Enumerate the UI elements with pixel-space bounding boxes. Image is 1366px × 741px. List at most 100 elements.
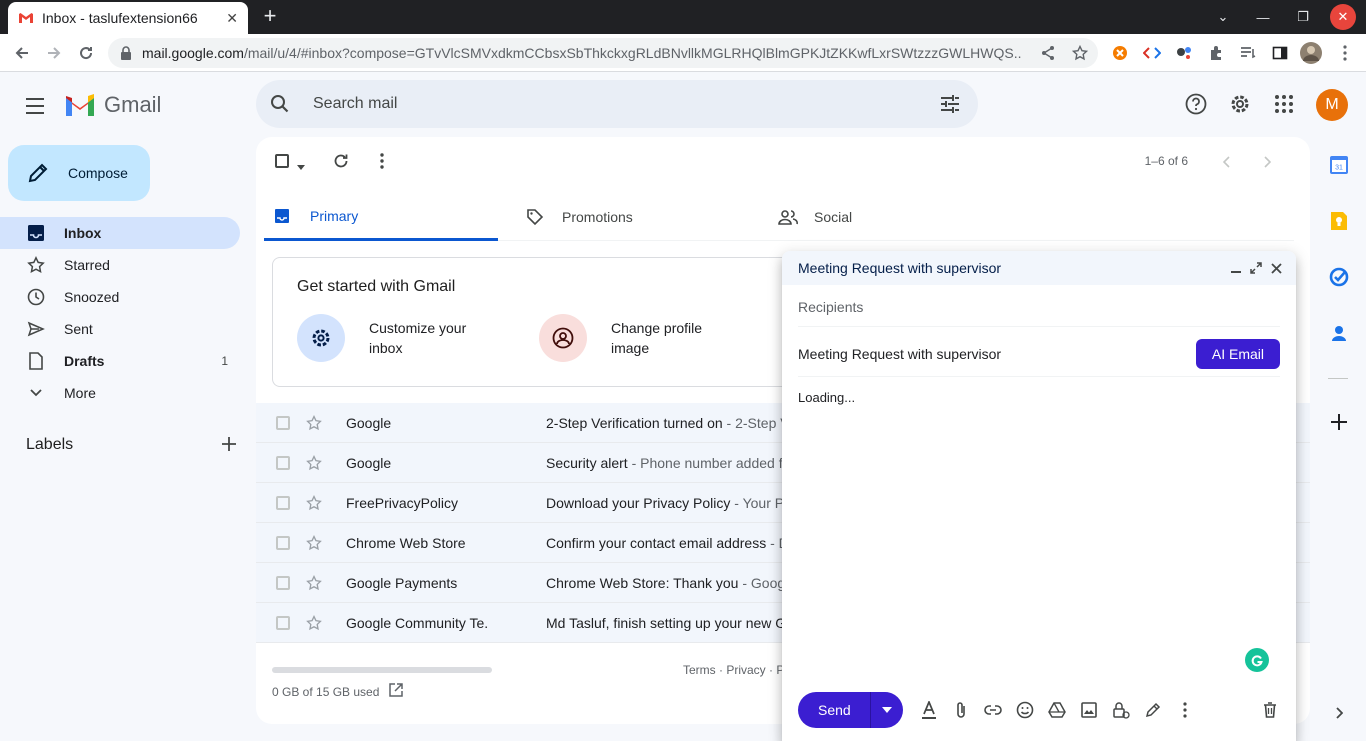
search-options-icon[interactable] <box>922 94 978 114</box>
star-icon[interactable] <box>306 494 326 511</box>
search-bar[interactable]: Search mail <box>256 80 978 128</box>
select-dropdown-icon[interactable] <box>297 157 305 173</box>
confidential-mode-lock-icon[interactable] <box>1111 700 1131 720</box>
send-options-dropdown-icon[interactable] <box>871 707 903 713</box>
share-icon[interactable] <box>1037 42 1059 64</box>
url-host: mail.google.com <box>142 45 244 61</box>
extension-orange-icon[interactable] <box>1109 42 1131 64</box>
star-icon[interactable] <box>306 574 326 591</box>
main-menu-icon[interactable] <box>22 96 50 116</box>
row-checkbox[interactable] <box>276 495 290 510</box>
window-close-button[interactable]: ✕ <box>1330 4 1356 30</box>
minimize-icon[interactable] <box>1226 258 1246 278</box>
discard-trash-icon[interactable] <box>1260 700 1280 720</box>
row-checkbox[interactable] <box>276 415 290 430</box>
settings-gear-icon[interactable] <box>1228 92 1252 116</box>
tab-label: Primary <box>310 207 359 224</box>
get-addons-plus-icon[interactable] <box>1328 411 1350 433</box>
insert-link-icon[interactable] <box>983 700 1003 720</box>
open-in-new-icon[interactable] <box>389 683 404 700</box>
customize-inbox-item[interactable]: Customize your inbox <box>297 314 499 362</box>
terms-privacy-links[interactable]: Terms · Privacy · P <box>683 663 784 677</box>
subject-field[interactable]: Meeting Request with supervisor AI Email <box>798 331 1280 377</box>
forward-button[interactable] <box>40 39 68 67</box>
row-checkbox[interactable] <box>276 575 290 590</box>
reload-button[interactable] <box>72 39 100 67</box>
gmail-logo[interactable]: Gmail <box>64 92 161 118</box>
tasks-icon[interactable] <box>1328 266 1350 288</box>
sidebar-item-snoozed[interactable]: Snoozed <box>0 281 240 313</box>
extension-code-icon[interactable] <box>1141 42 1163 64</box>
apps-grid-icon[interactable] <box>1272 92 1296 116</box>
tab-primary[interactable]: Primary <box>264 193 498 241</box>
row-checkbox[interactable] <box>276 535 290 550</box>
insert-photo-icon[interactable] <box>1079 700 1099 720</box>
address-bar[interactable]: mail.google.com/mail/u/4/#inbox?compose=… <box>108 38 1098 68</box>
email-subject: Download your Privacy Policy <box>546 494 731 511</box>
row-checkbox[interactable] <box>276 615 290 630</box>
horizontal-scrollbar[interactable] <box>272 667 492 673</box>
sidebar-item-more[interactable]: More <box>0 377 240 409</box>
search-icon[interactable] <box>256 94 304 114</box>
account-avatar[interactable]: M <box>1316 89 1348 121</box>
extensions-puzzle-icon[interactable] <box>1205 42 1227 64</box>
chrome-menu-icon[interactable] <box>1334 42 1356 64</box>
star-icon[interactable] <box>306 614 326 631</box>
sidebar-item-drafts[interactable]: Drafts 1 <box>0 345 240 377</box>
tab-close-icon[interactable]: ✕ <box>226 10 238 27</box>
close-icon[interactable] <box>1266 258 1286 278</box>
email-sender: Chrome Web Store <box>346 534 466 551</box>
star-icon[interactable] <box>306 534 326 551</box>
more-options-icon[interactable] <box>380 153 384 172</box>
star-icon[interactable] <box>306 414 326 431</box>
compose-button[interactable]: Compose <box>8 145 150 201</box>
minimize-button[interactable]: — <box>1248 4 1278 30</box>
send-button[interactable]: Send <box>798 692 871 728</box>
extension-dots-icon[interactable] <box>1173 42 1195 64</box>
select-all-checkbox[interactable] <box>275 154 289 168</box>
clock-icon <box>26 287 46 307</box>
full-screen-icon[interactable] <box>1246 258 1266 278</box>
calendar-icon[interactable]: 31 <box>1328 154 1350 176</box>
newer-chevron-left-icon[interactable] <box>1222 155 1231 171</box>
google-drive-icon[interactable] <box>1047 700 1067 720</box>
compose-header[interactable]: Meeting Request with supervisor <box>782 251 1296 285</box>
tab-search-chevron-icon[interactable]: ⌄ <box>1208 4 1238 30</box>
back-button[interactable] <box>8 39 36 67</box>
help-icon[interactable] <box>1184 92 1208 116</box>
add-label-icon[interactable] <box>222 436 236 454</box>
restore-button[interactable]: ❐ <box>1288 4 1318 30</box>
reading-list-icon[interactable] <box>1237 42 1259 64</box>
compose-body[interactable]: Loading... <box>798 390 855 405</box>
change-profile-image-item[interactable]: Change profile image <box>539 314 741 362</box>
keep-icon[interactable] <box>1328 210 1350 232</box>
profile-avatar-icon[interactable] <box>1300 42 1322 64</box>
signature-pen-icon[interactable] <box>1143 700 1163 720</box>
expand-panel-chevron-icon[interactable] <box>1328 702 1350 724</box>
browser-tab[interactable]: Inbox - taslufextension66 ✕ <box>8 2 248 34</box>
tab-social[interactable]: Social <box>768 193 1002 241</box>
star-icon[interactable] <box>306 454 326 471</box>
more-options-icon[interactable] <box>1175 700 1195 720</box>
bookmark-star-icon[interactable] <box>1069 42 1091 64</box>
grammarly-icon[interactable] <box>1245 648 1269 672</box>
search-input[interactable]: Search mail <box>304 95 922 113</box>
sidebar-item-inbox[interactable]: Inbox <box>0 217 240 249</box>
older-chevron-right-icon[interactable] <box>1263 155 1272 171</box>
attach-paperclip-icon[interactable] <box>951 700 971 720</box>
formatting-text-icon[interactable] <box>919 700 939 720</box>
get-started-card: Get started with Gmail Customize your in… <box>272 257 812 387</box>
refresh-icon[interactable] <box>333 153 349 172</box>
tab-promotions[interactable]: Promotions <box>516 193 750 241</box>
contacts-icon[interactable] <box>1328 322 1350 344</box>
recipients-field[interactable]: Recipients <box>798 287 1280 327</box>
ai-email-button[interactable]: AI Email <box>1195 338 1280 369</box>
sidebar-item-sent[interactable]: Sent <box>0 313 240 345</box>
side-panel-icon[interactable] <box>1269 42 1291 64</box>
emoji-icon[interactable] <box>1015 700 1035 720</box>
email-subject: Chrome Web Store: Thank you <box>546 574 739 591</box>
new-tab-button[interactable]: + <box>258 4 282 28</box>
pencil-icon <box>28 163 48 183</box>
row-checkbox[interactable] <box>276 455 290 470</box>
sidebar-item-starred[interactable]: Starred <box>0 249 240 281</box>
